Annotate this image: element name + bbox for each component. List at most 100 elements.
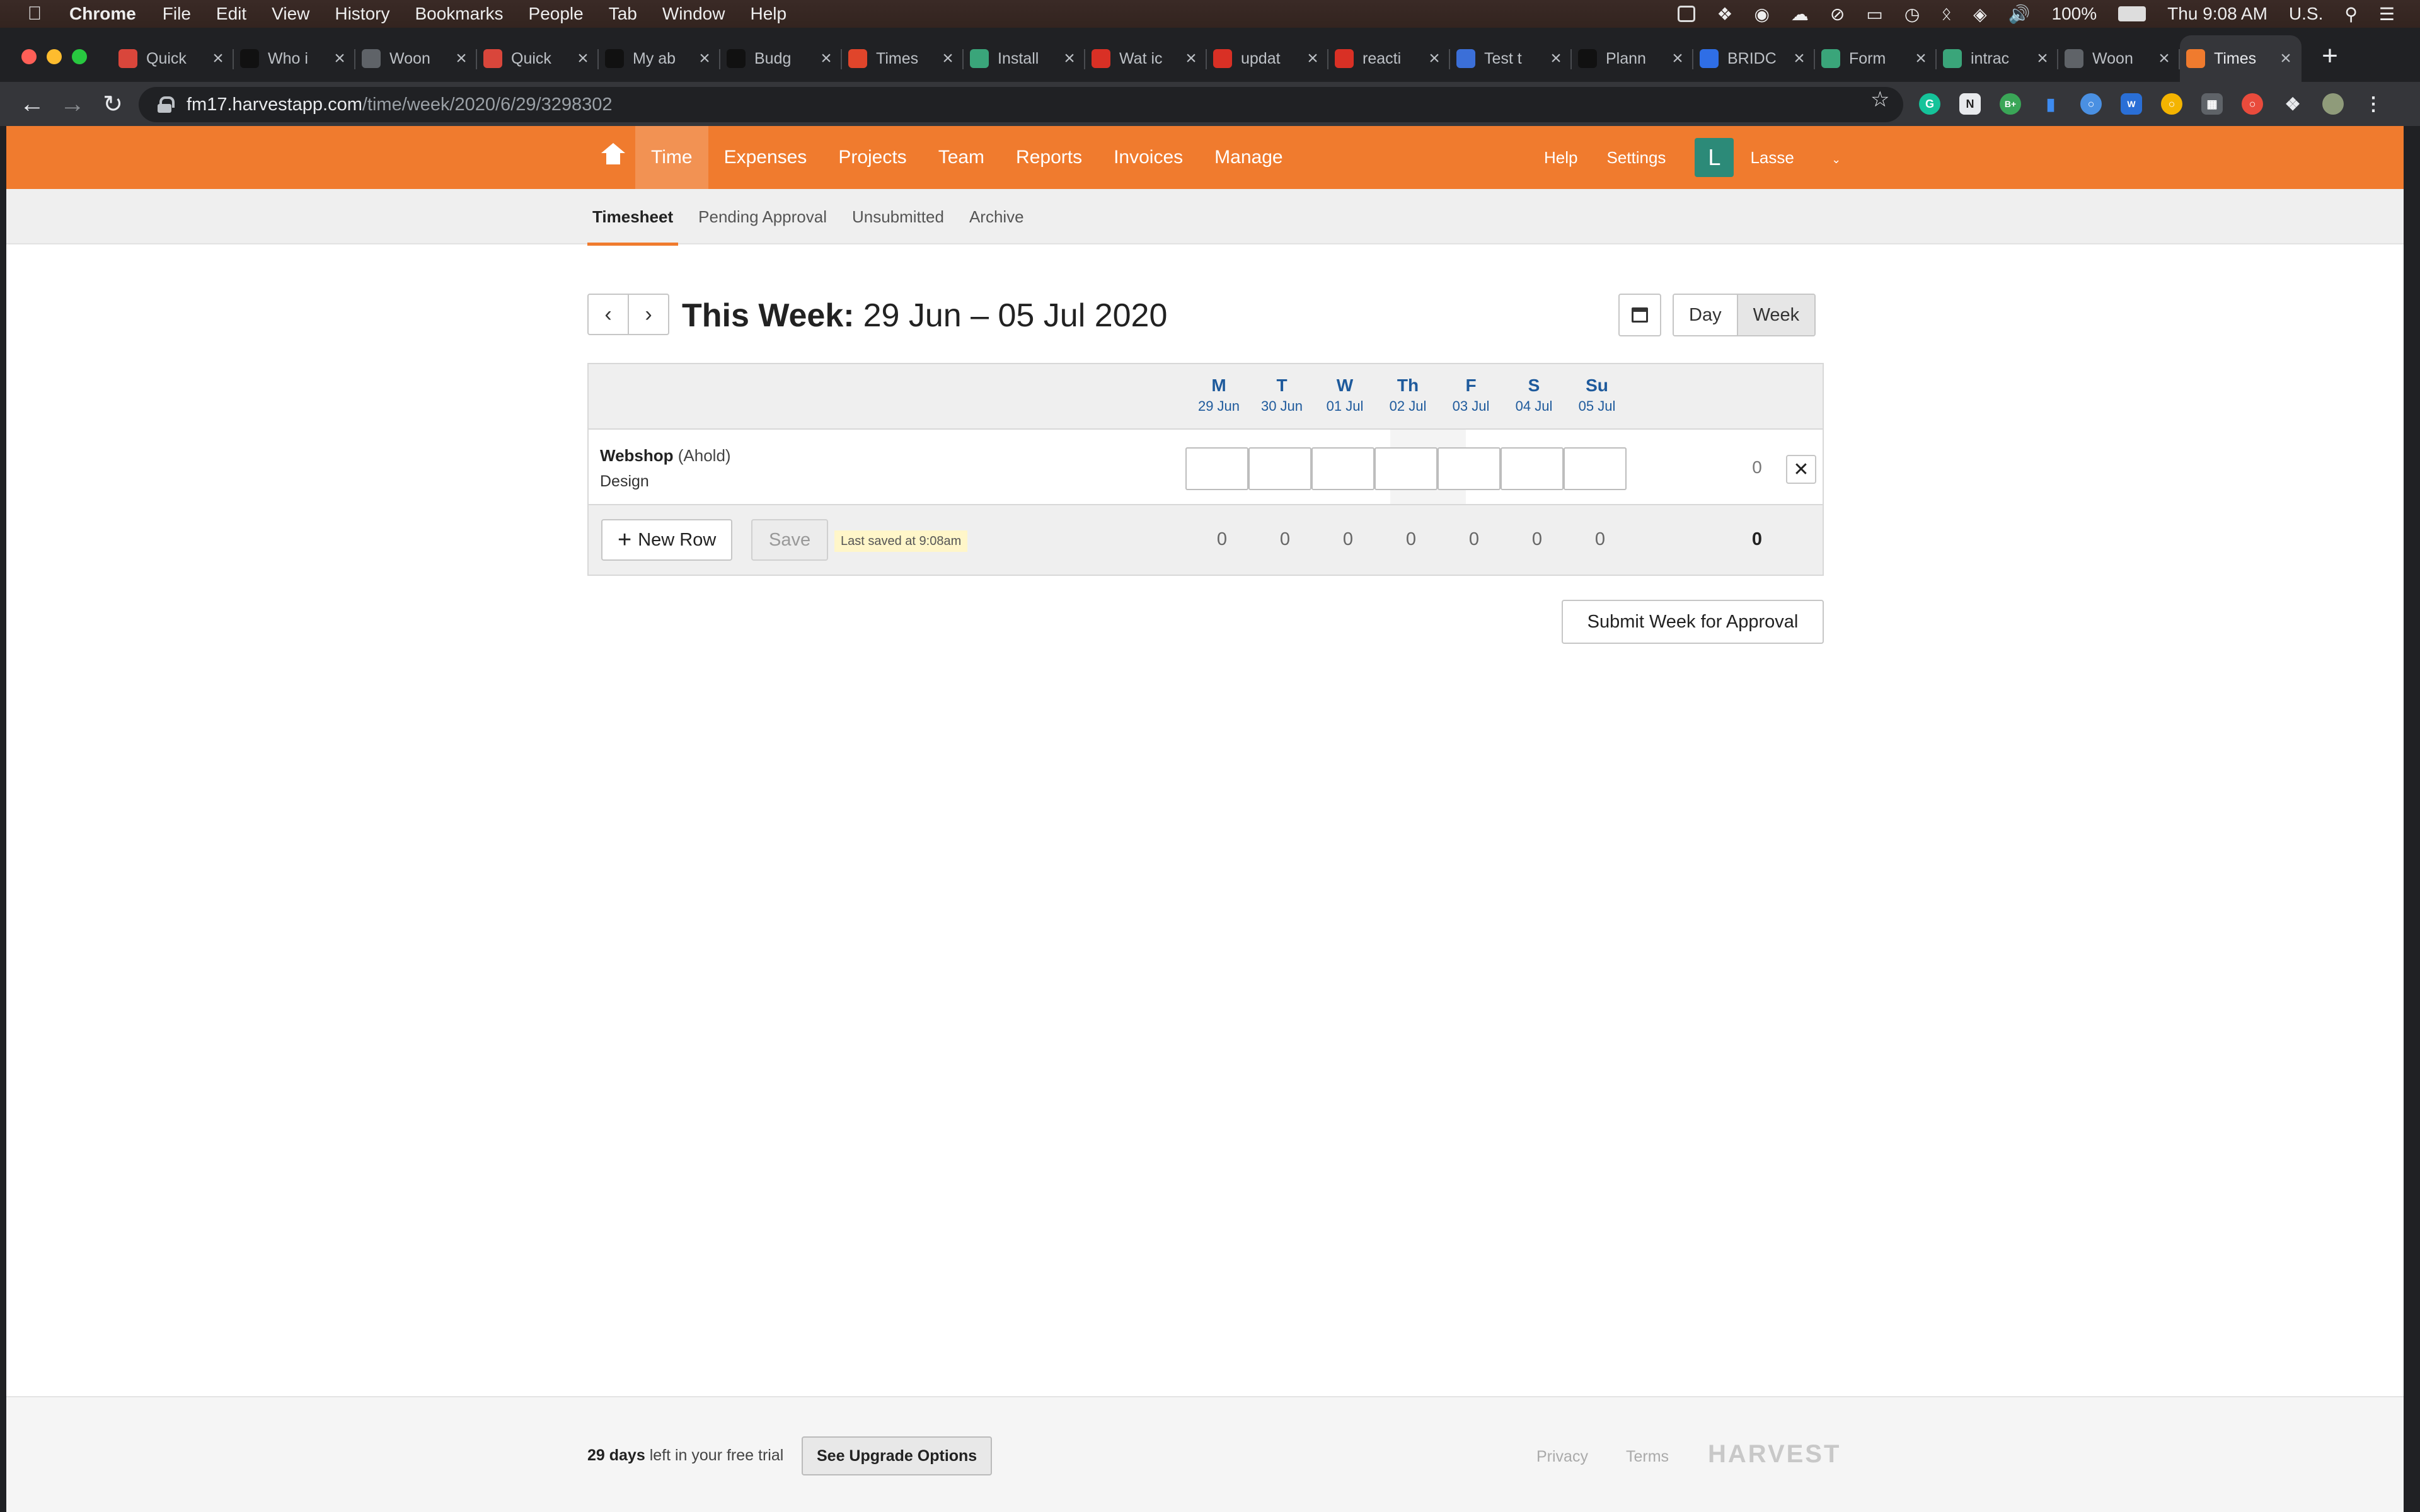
bluetooth-icon[interactable]: ᛟ — [1941, 4, 1952, 24]
spotlight-icon[interactable]: ⚲ — [2344, 4, 2358, 25]
colorful-extension-icon[interactable]: ○ — [2161, 93, 2182, 115]
tab-close-icon[interactable]: × — [1425, 48, 1444, 69]
next-week-button[interactable]: › — [628, 294, 669, 335]
bookmark-star-icon[interactable]: ☆ — [1870, 87, 1889, 112]
browser-tab[interactable]: reacti × — [1328, 35, 1450, 82]
tab-close-icon[interactable]: × — [2155, 48, 2174, 69]
menu-help[interactable]: Help — [750, 4, 786, 24]
tab-close-icon[interactable]: × — [573, 48, 592, 69]
battery-icon[interactable] — [2118, 6, 2146, 21]
tab-close-icon[interactable]: × — [1182, 48, 1201, 69]
menu-tab[interactable]: Tab — [609, 4, 637, 24]
tab-close-icon[interactable]: × — [209, 48, 228, 69]
browser-tab[interactable]: Plann × — [1572, 35, 1693, 82]
browser-tab[interactable]: Times × — [2180, 35, 2302, 82]
browser-tab[interactable]: Woon × — [355, 35, 477, 82]
airplay-icon[interactable]: ▭ — [1866, 4, 1882, 25]
submit-week-button[interactable]: Submit Week for Approval — [1562, 600, 1824, 644]
browser-tab[interactable]: intrac × — [1937, 35, 2058, 82]
tab-close-icon[interactable]: × — [2276, 48, 2295, 69]
reload-button[interactable]: ↻ — [96, 87, 130, 121]
dropbox-icon[interactable]: ❖ — [1717, 4, 1732, 25]
delete-row-button[interactable]: ✕ — [1786, 455, 1816, 484]
menu-people[interactable]: People — [529, 4, 584, 24]
tab-timesheet[interactable]: Timesheet — [587, 189, 679, 246]
wifi-icon[interactable]: ◈ — [1973, 4, 1987, 25]
minimize-window-button[interactable] — [47, 49, 62, 64]
nav-projects[interactable]: Projects — [822, 126, 922, 189]
menu-history[interactable]: History — [335, 4, 389, 24]
nav-expenses[interactable]: Expenses — [708, 126, 823, 189]
bplus-icon[interactable]: B+ — [2000, 93, 2021, 115]
nav-time[interactable]: Time — [635, 126, 708, 189]
tab-archive[interactable]: Archive — [969, 189, 1024, 244]
time-machine-icon[interactable]: ◷ — [1904, 4, 1920, 25]
vk-icon[interactable]: W — [2121, 93, 2142, 115]
hours-input[interactable] — [1311, 447, 1374, 490]
upgrade-button[interactable]: See Upgrade Options — [802, 1436, 993, 1475]
apple-icon[interactable]:  — [0, 3, 69, 25]
browser-tab[interactable]: Quick × — [477, 35, 599, 82]
grid-extension-icon[interactable]: ▦ — [2201, 93, 2223, 115]
tab-close-icon[interactable]: × — [1547, 48, 1565, 69]
grammarly-icon[interactable]: G — [1919, 93, 1940, 115]
browser-tab[interactable]: Wat ic × — [1085, 35, 1207, 82]
settings-link[interactable]: Settings — [1606, 148, 1666, 168]
profile-avatar[interactable] — [2322, 93, 2344, 115]
menu-window[interactable]: Window — [662, 4, 725, 24]
home-button[interactable] — [591, 126, 635, 189]
avatar[interactable]: L — [1695, 138, 1734, 177]
drive-icon[interactable] — [1678, 6, 1696, 22]
tab-close-icon[interactable]: × — [1303, 48, 1322, 69]
hours-input[interactable] — [1564, 447, 1627, 490]
clock[interactable]: Thu 9:08 AM — [2167, 4, 2267, 24]
rainbow-extension-icon[interactable]: ○ — [2242, 93, 2263, 115]
hours-input[interactable] — [1438, 447, 1501, 490]
chrome-menu-icon[interactable]: ⋮ — [2363, 93, 2384, 115]
zoom-window-button[interactable] — [72, 49, 87, 64]
terms-link[interactable]: Terms — [1626, 1448, 1669, 1466]
tab-close-icon[interactable]: × — [2033, 48, 2052, 69]
hours-input[interactable] — [1185, 447, 1248, 490]
menu-edit[interactable]: Edit — [216, 4, 246, 24]
hours-input[interactable] — [1374, 447, 1438, 490]
cloud-icon[interactable]: ☁ — [1791, 4, 1809, 25]
hours-input[interactable] — [1248, 447, 1311, 490]
notion-icon[interactable]: N — [1959, 93, 1981, 115]
user-menu[interactable]: Lasse ⌄ — [1750, 148, 1870, 168]
lock-icon[interactable] — [158, 96, 175, 113]
tracker-icon[interactable]: ▮ — [2040, 93, 2061, 115]
menu-app-name[interactable]: Chrome — [69, 4, 136, 24]
browser-tab[interactable]: Test t × — [1450, 35, 1572, 82]
privacy-link[interactable]: Privacy — [1536, 1448, 1588, 1466]
notification-center-icon[interactable]: ☰ — [2379, 4, 2395, 25]
tab-close-icon[interactable]: × — [1668, 48, 1687, 69]
tab-unsubmitted[interactable]: Unsubmitted — [852, 189, 944, 244]
tab-close-icon[interactable]: × — [452, 48, 471, 69]
battery-percent[interactable]: 100% — [2052, 4, 2097, 24]
week-view-button[interactable]: Week — [1736, 295, 1815, 335]
save-button[interactable]: Save — [751, 519, 829, 561]
nav-invoices[interactable]: Invoices — [1098, 126, 1199, 189]
nav-manage[interactable]: Manage — [1199, 126, 1298, 189]
address-bar[interactable]: fm17.harvestapp.com /time/week/2020/6/29… — [139, 87, 1903, 122]
tab-pending-approval[interactable]: Pending Approval — [698, 189, 827, 244]
menu-file[interactable]: File — [163, 4, 191, 24]
forward-button[interactable]: → — [55, 87, 89, 121]
menu-view[interactable]: View — [272, 4, 309, 24]
volume-icon[interactable]: 🔊 — [2008, 4, 2031, 25]
tab-close-icon[interactable]: × — [1060, 48, 1079, 69]
help-link[interactable]: Help — [1544, 148, 1577, 168]
browser-tab[interactable]: My ab × — [599, 35, 720, 82]
browser-tab[interactable]: Install × — [964, 35, 1085, 82]
new-row-button[interactable]: + New Row — [601, 519, 733, 561]
nav-team[interactable]: Team — [923, 126, 1000, 189]
browser-tab[interactable]: Quick × — [112, 35, 234, 82]
browser-tab[interactable]: Woon × — [2058, 35, 2180, 82]
tab-close-icon[interactable]: × — [817, 48, 836, 69]
browser-tab[interactable]: Budg × — [720, 35, 842, 82]
close-window-button[interactable] — [21, 49, 37, 64]
nav-reports[interactable]: Reports — [1000, 126, 1098, 189]
browser-tab[interactable]: Who i × — [234, 35, 355, 82]
tab-close-icon[interactable]: × — [330, 48, 349, 69]
